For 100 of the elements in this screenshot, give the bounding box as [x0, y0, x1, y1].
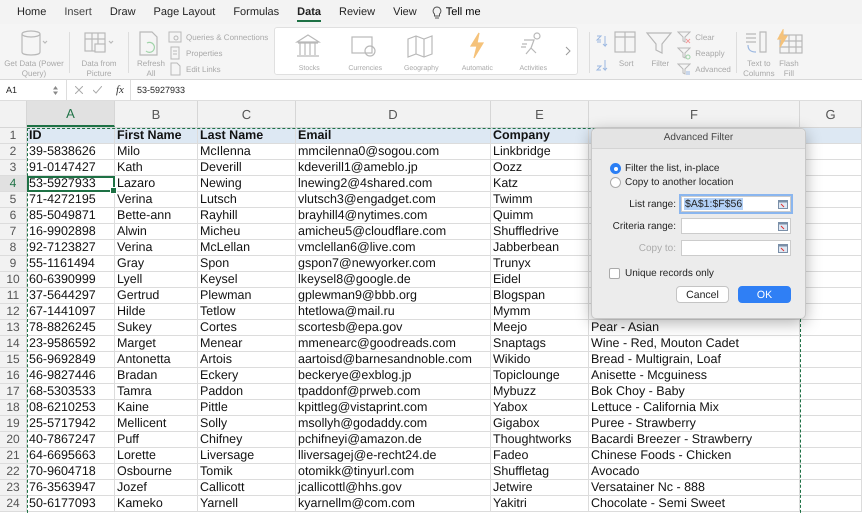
name-box[interactable]: A1 — [0, 80, 67, 100]
row-header[interactable]: 5 — [0, 192, 27, 208]
column-header[interactable]: D — [296, 101, 491, 127]
table-cell: Mymm — [491, 304, 589, 320]
table-cell: Jozef — [115, 480, 198, 496]
table-cell: Bread - Multigrain, Loaf — [589, 352, 800, 368]
formula-field[interactable]: 53-5927933 — [130, 80, 862, 100]
row-header[interactable]: 3 — [0, 160, 27, 176]
table-cell: McLellan — [198, 240, 296, 256]
table-cell: Yakitri — [491, 496, 589, 512]
collapse-dialog-icon[interactable] — [778, 200, 788, 208]
table-cell: Keysel — [198, 272, 296, 288]
table-cell: Shuffledrive — [491, 224, 589, 240]
ribbon-tab[interactable]: View — [384, 0, 426, 24]
table-cell: Spon — [198, 256, 296, 272]
chevron-right-icon[interactable] — [565, 46, 572, 56]
row-header[interactable]: 18 — [0, 400, 27, 416]
ribbon-tab[interactable]: Data — [288, 0, 330, 24]
lightbulb-icon — [432, 6, 442, 18]
table-cell: gspon7@newyorker.com — [296, 256, 491, 272]
table-cell: Quimm — [491, 208, 589, 224]
table-cell: otomikk@tinyurl.com — [296, 464, 491, 480]
table-cell: kyarnellm@com.com — [296, 496, 491, 512]
unique-records-checkbox[interactable]: Unique records only — [609, 268, 714, 279]
cancel-icon[interactable] — [75, 86, 83, 94]
row-header[interactable]: 4 — [0, 176, 27, 192]
table-cell: Chinese Foods - Chicken — [589, 448, 800, 464]
row-header[interactable]: 6 — [0, 208, 27, 224]
table-cell: Cortes — [198, 320, 296, 336]
table-cell: 91-0147427 — [27, 160, 115, 176]
row-header[interactable]: 24 — [0, 496, 27, 512]
row-header[interactable]: 21 — [0, 448, 27, 464]
cancel-button[interactable]: Cancel — [676, 286, 729, 303]
ribbon-tab[interactable]: Draw — [100, 0, 145, 24]
row-header[interactable]: 11 — [0, 288, 27, 304]
table-cell: Topiclounge — [491, 368, 589, 384]
table-cell: scortesb@epa.gov — [296, 320, 491, 336]
column-header[interactable]: E — [491, 101, 589, 127]
ok-button[interactable]: OK — [738, 286, 791, 303]
table-cell: 25-5717942 — [27, 416, 115, 432]
range-field[interactable] — [681, 218, 791, 234]
field-label: Copy to: — [638, 242, 676, 254]
row-header[interactable]: 1 — [0, 128, 27, 144]
table-cell: Snaptags — [491, 336, 589, 352]
row-header[interactable]: 14 — [0, 336, 27, 352]
table-cell: Anisette - Mcguiness — [589, 368, 800, 384]
insert-function-button[interactable]: fx — [116, 84, 124, 96]
table-cell: gplewman9@bbb.org — [296, 288, 491, 304]
radio-button[interactable] — [610, 163, 621, 174]
range-field[interactable]: $A$1:$F$56 — [681, 196, 791, 212]
ribbon-tab[interactable]: Formulas — [224, 0, 288, 24]
checkbox[interactable] — [609, 268, 620, 279]
table-cell: pchifneyi@amazon.de — [296, 432, 491, 448]
column-header[interactable]: C — [198, 101, 296, 127]
table-cell: Thoughtworks — [491, 432, 589, 448]
row-header[interactable]: 15 — [0, 352, 27, 368]
row-header[interactable]: 9 — [0, 256, 27, 272]
tell-me-label[interactable]: Tell me — [446, 6, 481, 18]
row-header[interactable]: 16 — [0, 368, 27, 384]
row-header[interactable]: 10 — [0, 272, 27, 288]
ribbon-tab[interactable]: Home — [8, 0, 56, 24]
check-icon[interactable] — [93, 86, 102, 94]
table-cell: Artois — [198, 352, 296, 368]
table-cell: kpittleg@vistaprint.com — [296, 400, 491, 416]
table-cell: Paddon — [198, 384, 296, 400]
table-cell: Tamra — [115, 384, 198, 400]
table-cell: Eidel — [491, 272, 589, 288]
row-header[interactable]: 22 — [0, 464, 27, 480]
table-cell: lnewing2@4shared.com — [296, 176, 491, 192]
column-header[interactable]: F — [589, 101, 800, 127]
table-cell: Yabox — [491, 400, 589, 416]
row-header[interactable]: 17 — [0, 384, 27, 400]
radio-button[interactable] — [610, 177, 621, 188]
column-header[interactable]: B — [115, 101, 198, 127]
table-cell: Sukey — [115, 320, 198, 336]
row-header[interactable]: 7 — [0, 224, 27, 240]
row-header[interactable]: 12 — [0, 304, 27, 320]
row-header[interactable]: 2 — [0, 144, 27, 160]
table-cell: Pittle — [198, 400, 296, 416]
table-cell: Plewman — [198, 288, 296, 304]
row-header[interactable]: 23 — [0, 480, 27, 496]
table-cell: Eckery — [198, 368, 296, 384]
row-header[interactable]: 20 — [0, 432, 27, 448]
radio-option[interactable]: Copy to another location — [610, 177, 805, 188]
column-header[interactable]: G — [800, 101, 862, 127]
collapse-dialog-icon[interactable] — [778, 222, 788, 230]
ribbon-tab[interactable]: Page Layout — [144, 0, 224, 24]
table-cell: brayhill4@nytimes.com — [296, 208, 491, 224]
table-cell: Milo — [115, 144, 198, 160]
fill-handle[interactable] — [110, 187, 117, 194]
table-cell: Jetwire — [491, 480, 589, 496]
row-header[interactable]: 13 — [0, 320, 27, 336]
row-header[interactable]: 8 — [0, 240, 27, 256]
table-cell: Lazaro — [115, 176, 198, 192]
ribbon-tab[interactable]: Insert — [55, 0, 101, 24]
table-cell: 70-9604718 — [27, 464, 115, 480]
row-header[interactable]: 19 — [0, 416, 27, 432]
radio-option[interactable]: Filter the list, in-place — [610, 163, 805, 174]
ribbon-tab[interactable]: Review — [330, 0, 384, 24]
column-header[interactable]: A — [27, 101, 115, 127]
